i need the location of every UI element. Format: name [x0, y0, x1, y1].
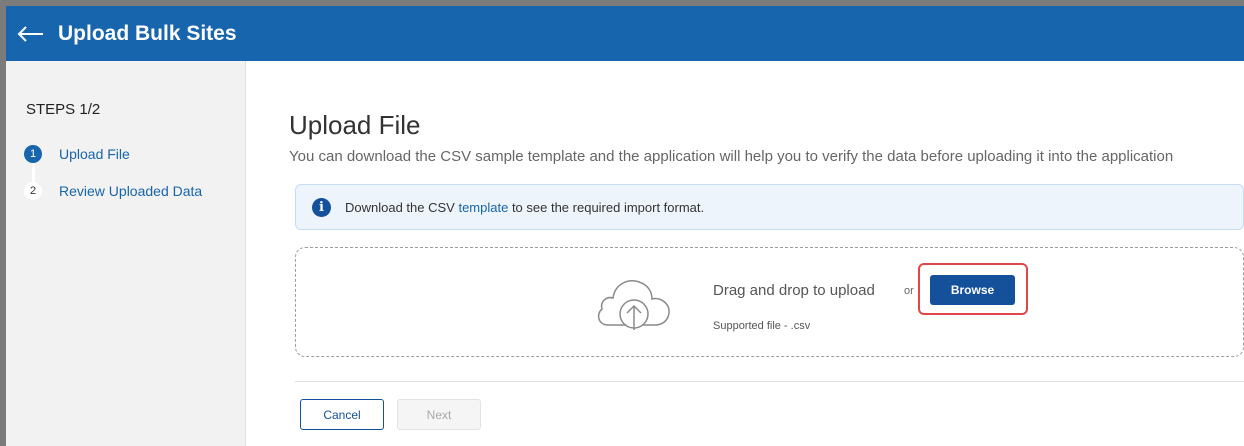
cancel-button[interactable]: Cancel	[300, 399, 384, 430]
info-text: Download the CSV template to see the req…	[345, 200, 704, 215]
dropzone-or: or	[904, 285, 914, 297]
template-link[interactable]: template	[458, 200, 508, 215]
step-label: Upload File	[59, 146, 130, 162]
footer-divider	[295, 381, 1244, 382]
page-header-title: Upload Bulk Sites	[58, 21, 237, 45]
app-header: Upload Bulk Sites	[6, 6, 1244, 61]
info-text-prefix: Download the CSV	[345, 199, 459, 215]
step-review-uploaded-data[interactable]: 2 Review Uploaded Data	[24, 182, 202, 200]
supported-file-text: Supported file - .csv	[713, 320, 811, 332]
window-frame: Upload Bulk Sites STEPS 1/2 1 Upload Fil…	[0, 0, 1244, 446]
page-description: You can download the CSV sample template…	[289, 148, 1174, 165]
step-number: 1	[24, 145, 42, 163]
file-dropzone[interactable]: Drag and drop to upload or Browse Suppor…	[295, 247, 1244, 357]
next-button[interactable]: Next	[397, 399, 481, 430]
step-upload-file[interactable]: 1 Upload File	[24, 145, 130, 163]
info-icon: i	[312, 197, 331, 217]
step-number: 2	[24, 182, 42, 200]
browse-button[interactable]: Browse	[930, 275, 1015, 305]
steps-title: STEPS 1/2	[26, 101, 101, 118]
dropzone-text: Drag and drop to upload	[713, 282, 875, 299]
arrow-left-icon	[17, 25, 43, 42]
cloud-upload-icon	[597, 280, 670, 330]
page-title: Upload File	[289, 110, 421, 140]
steps-sidebar: STEPS 1/2 1 Upload File 2 Review Uploade…	[6, 61, 246, 446]
back-button[interactable]	[6, 6, 56, 61]
info-banner: i Download the CSV template to see the r…	[295, 184, 1244, 230]
step-connector	[32, 163, 35, 183]
info-text-suffix: to see the required import format.	[508, 199, 705, 215]
step-label: Review Uploaded Data	[59, 183, 203, 199]
